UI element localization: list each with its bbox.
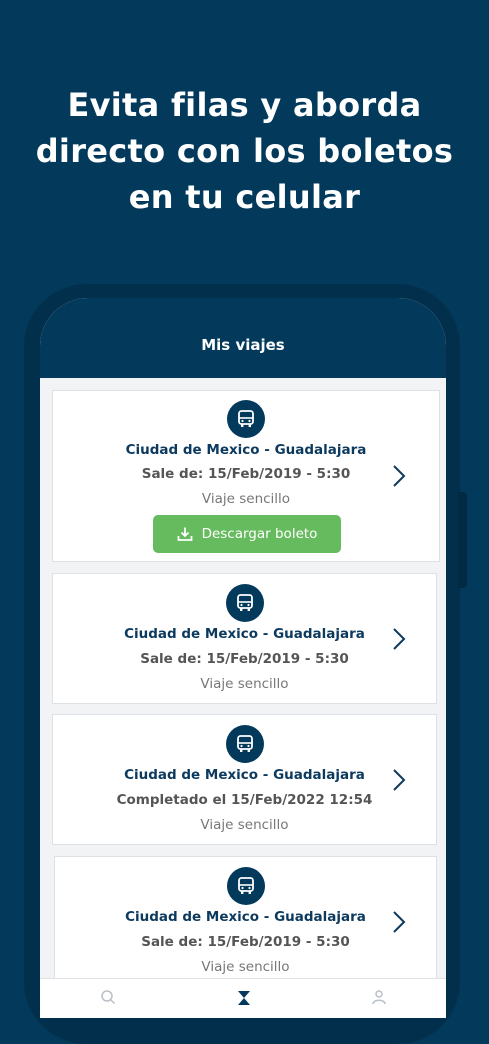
promo-headline: Evita filas y aborda directo con los bol… [0, 82, 489, 220]
trip-route: Ciudad de Mexico - Guadalajara [125, 909, 366, 925]
trip-departure: Sale de: 15/Feb/2019 - 5:30 [141, 934, 350, 950]
trip-card-3[interactable]: Ciudad de Mexico - Guadalajara Completad… [52, 714, 437, 845]
bottom-navigation [40, 978, 446, 1018]
bus-icon [226, 867, 265, 905]
bus-icon [227, 400, 265, 438]
profile-icon[interactable] [371, 989, 387, 1005]
download-ticket-button[interactable]: Descargar boleto [153, 515, 341, 553]
phone-screen: Mis viajes Ciudad de Mexico - Guadalajar… [40, 298, 446, 1018]
bus-icon [225, 725, 264, 763]
promo-headline-line-1: Evita filas y aborda [67, 86, 422, 124]
promo-headline-line-3: en tu celular [128, 178, 361, 216]
trip-type: Viaje sencillo [200, 817, 289, 833]
trip-card-4[interactable]: Ciudad de Mexico - Guadalajara Sale de: … [54, 856, 437, 987]
chevron-right-icon[interactable] [392, 768, 406, 792]
bus-icon [225, 584, 264, 622]
trip-card-2[interactable]: Ciudad de Mexico - Guadalajara Sale de: … [52, 573, 437, 704]
chevron-right-icon[interactable] [392, 464, 406, 488]
search-icon[interactable] [100, 989, 116, 1005]
trip-route: Ciudad de Mexico - Guadalajara [124, 767, 365, 783]
trip-route: Ciudad de Mexico - Guadalajara [124, 626, 365, 642]
chevron-right-icon[interactable] [392, 627, 406, 651]
chevron-right-icon[interactable] [392, 910, 406, 934]
trip-departure: Sale de: 15/Feb/2019 - 5:30 [140, 651, 349, 667]
tickets-icon[interactable] [236, 989, 252, 1005]
download-ticket-label: Descargar boleto [201, 526, 318, 542]
phone-side-button [458, 492, 467, 588]
trip-completed-date: Completado el 15/Feb/2022 12:54 [116, 792, 373, 808]
app-bar: Mis viajes [40, 298, 446, 378]
trip-card-1[interactable]: Ciudad de Mexico - Guadalajara Sale de: … [52, 390, 440, 562]
trip-departure: Sale de: 15/Feb/2019 - 5:30 [141, 466, 351, 482]
download-icon [177, 527, 192, 541]
promo-headline-line-2: directo con los boletos [35, 132, 454, 170]
trip-type: Viaje sencillo [201, 491, 291, 507]
trip-route: Ciudad de Mexico - Guadalajara [125, 442, 367, 458]
app-bar-title: Mis viajes [201, 336, 285, 354]
trip-type: Viaje sencillo [200, 676, 289, 692]
trip-type: Viaje sencillo [201, 959, 290, 975]
